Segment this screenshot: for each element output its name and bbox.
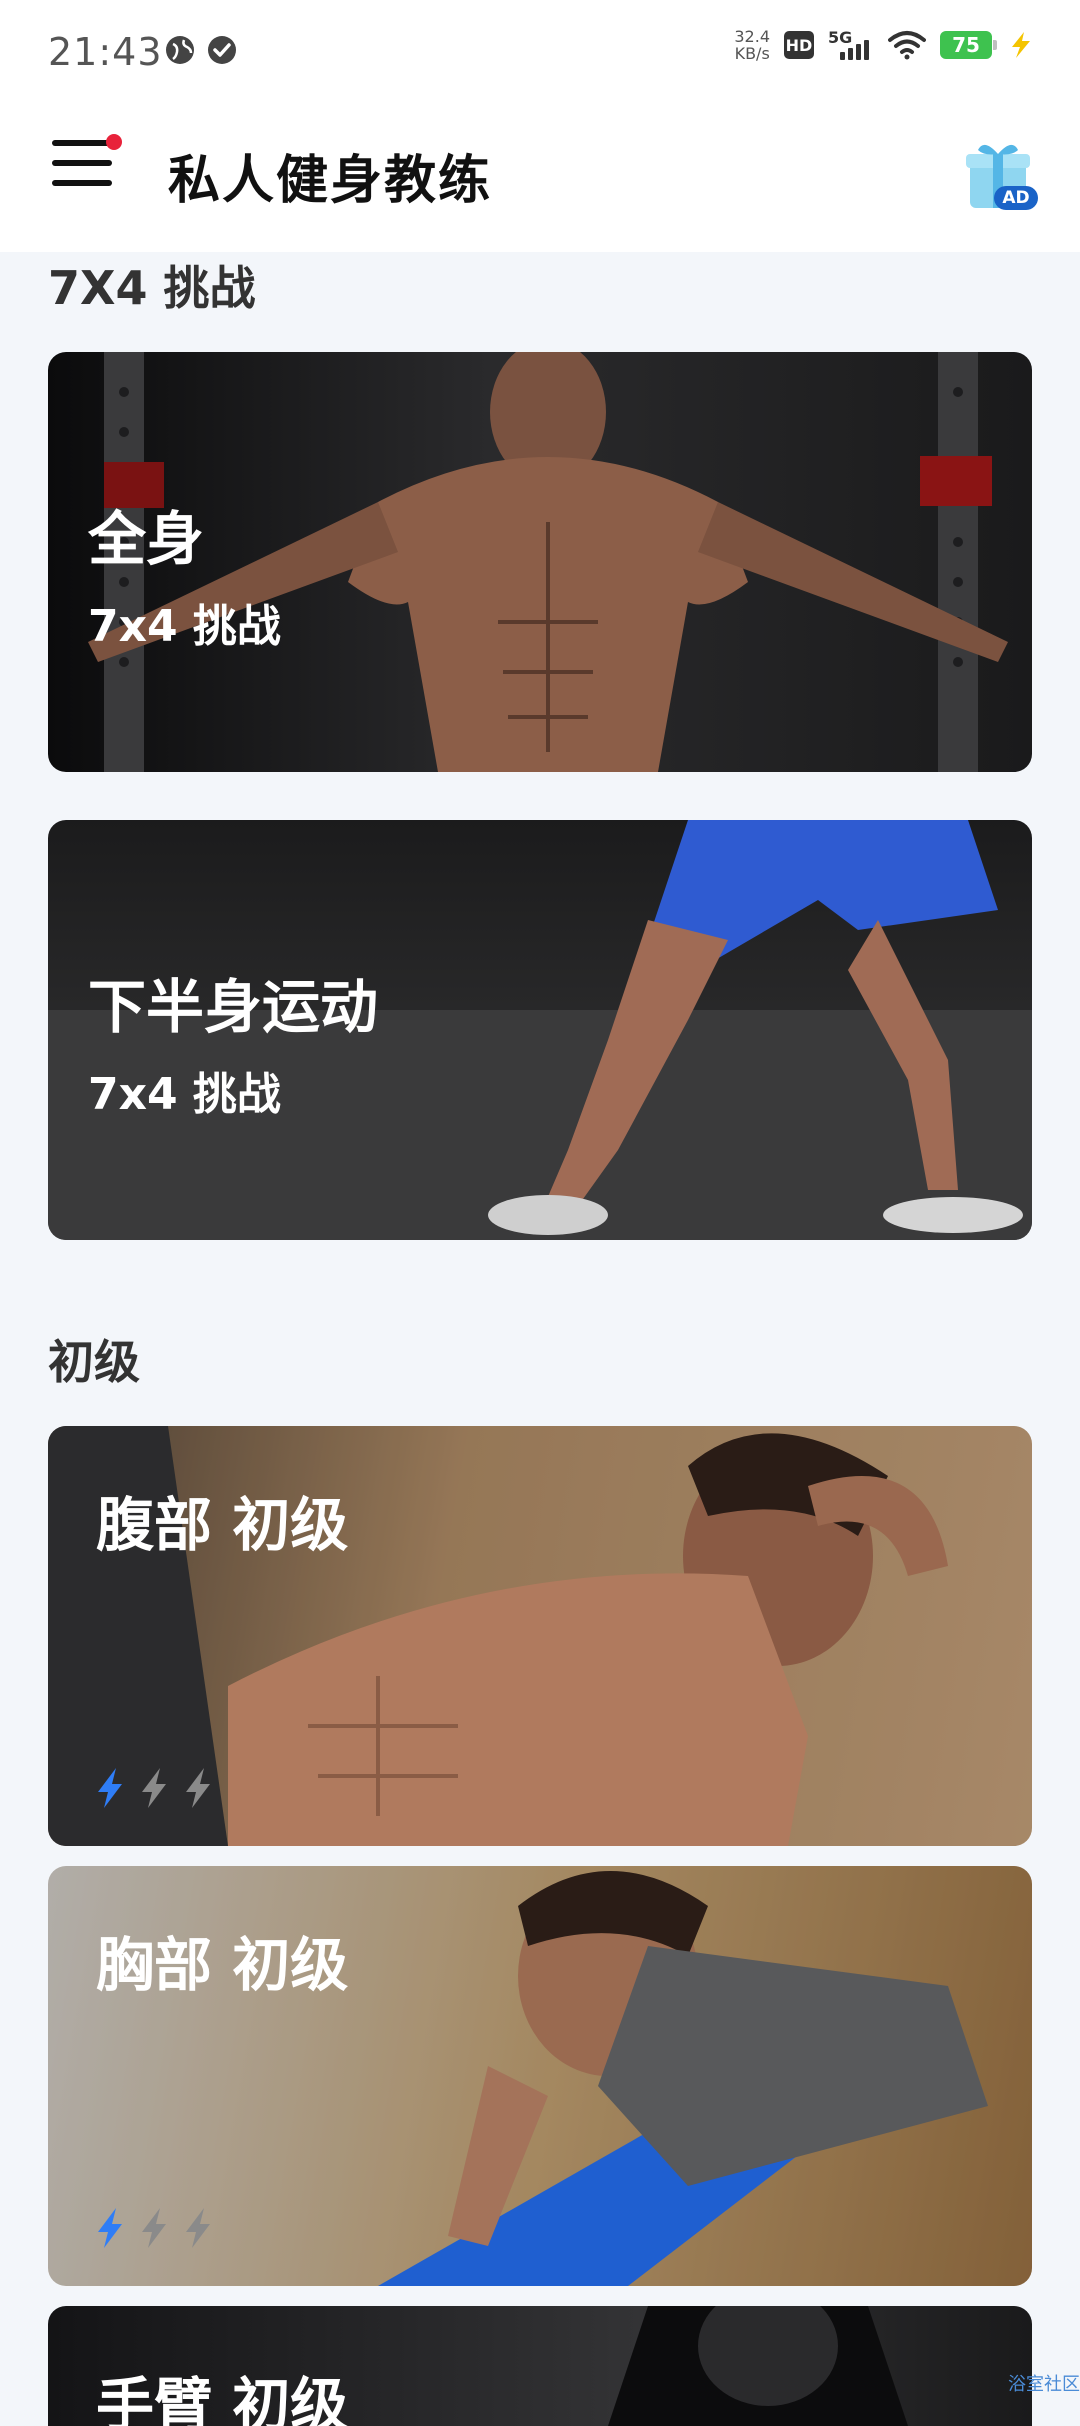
bolt-icon-inactive xyxy=(180,1766,216,1810)
check-circle-icon xyxy=(206,34,238,66)
status-bar: 21:43 32.4 KB/s HD 5G 75 xyxy=(0,0,1080,100)
card-arms-beginner[interactable]: 手臂 初级 xyxy=(48,2306,1032,2426)
card-abs-beginner[interactable]: 腹部 初级 xyxy=(48,1426,1032,1846)
card-subtitle: 7x4 挑战 xyxy=(88,590,281,654)
status-time: 21:43 xyxy=(48,30,163,74)
card-text: 全身 7x4 挑战 xyxy=(88,492,281,654)
app-bar: 私人健身教练 AD xyxy=(0,100,1080,252)
menu-button[interactable] xyxy=(52,140,116,204)
difficulty-indicator xyxy=(92,1766,216,1810)
battery-icon: 75 xyxy=(940,31,992,59)
card-text: 下半身运动 7x4 挑战 xyxy=(88,960,378,1122)
card-text: 手臂 初级 xyxy=(96,2358,348,2426)
card-full-body-challenge[interactable]: 全身 7x4 挑战 xyxy=(48,352,1032,772)
card-text: 胸部 初级 xyxy=(96,1918,348,2002)
watermark: 浴室社区 xyxy=(1008,2370,1080,2396)
hd-badge-icon: HD xyxy=(784,31,814,59)
globe-icon xyxy=(164,34,196,66)
network-speed: 32.4 KB/s xyxy=(734,28,770,62)
bolt-icon-active xyxy=(92,2206,128,2250)
charging-bolt-icon xyxy=(1006,30,1036,60)
bolt-icon-inactive xyxy=(180,2206,216,2250)
card-chest-beginner[interactable]: 胸部 初级 xyxy=(48,1866,1032,2286)
card-title: 胸部 初级 xyxy=(96,1918,348,2002)
difficulty-indicator xyxy=(92,2206,216,2250)
card-subtitle: 7x4 挑战 xyxy=(88,1058,378,1122)
app-title: 私人健身教练 xyxy=(168,138,492,213)
bolt-icon-inactive xyxy=(136,1766,172,1810)
notification-dot xyxy=(106,134,122,150)
speed-value: 32.4 xyxy=(734,28,770,45)
wifi-icon xyxy=(888,30,926,60)
card-text: 腹部 初级 xyxy=(96,1478,348,1562)
signal-icon: 5G xyxy=(828,28,874,62)
section-heading-challenge: 7X4 挑战 xyxy=(48,252,256,318)
bolt-icon-inactive xyxy=(136,2206,172,2250)
card-title: 下半身运动 xyxy=(88,960,378,1044)
card-title: 手臂 初级 xyxy=(96,2358,348,2426)
card-title: 腹部 初级 xyxy=(96,1478,348,1562)
card-title: 全身 xyxy=(88,492,281,576)
ad-badge: AD xyxy=(1002,188,1029,208)
card-lower-body-challenge[interactable]: 下半身运动 7x4 挑战 xyxy=(48,820,1032,1240)
gift-ad-button[interactable]: AD xyxy=(960,134,1040,214)
speed-unit: KB/s xyxy=(734,45,770,62)
bolt-icon-active xyxy=(92,1766,128,1810)
section-heading-beginner: 初级 xyxy=(48,1326,140,1392)
